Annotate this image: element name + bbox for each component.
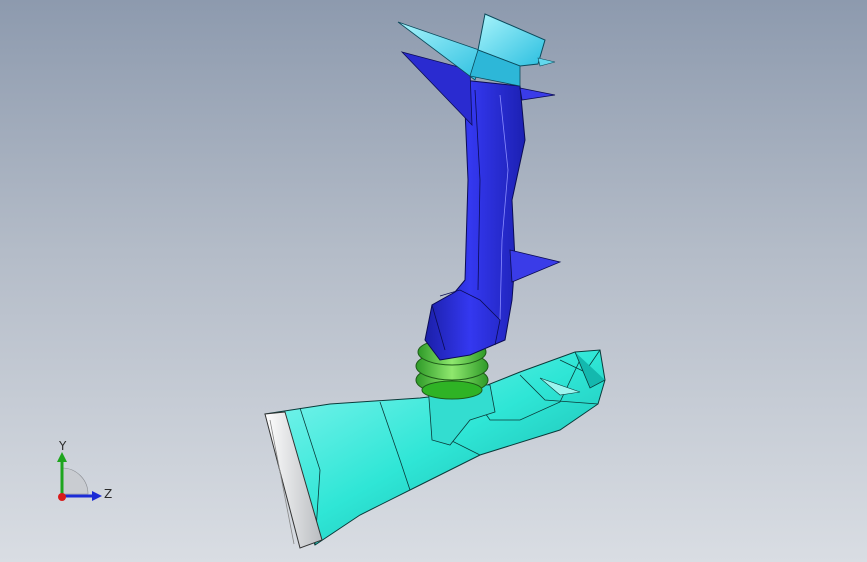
upper-duct[interactable] bbox=[400, 51, 562, 361]
z-axis-arrowhead bbox=[92, 491, 102, 501]
3d-viewport[interactable]: Y Z bbox=[0, 0, 867, 562]
upper-duct-end-cap[interactable] bbox=[397, 13, 556, 87]
triad-plane-marker bbox=[61, 467, 89, 495]
z-axis-label: Z bbox=[104, 487, 112, 501]
y-axis-label: Y bbox=[58, 439, 67, 453]
x-axis-dot bbox=[58, 493, 66, 501]
y-axis-arrowhead bbox=[57, 452, 67, 462]
cad-model[interactable] bbox=[0, 0, 867, 562]
view-orientation-triad: Y Z bbox=[57, 439, 112, 501]
